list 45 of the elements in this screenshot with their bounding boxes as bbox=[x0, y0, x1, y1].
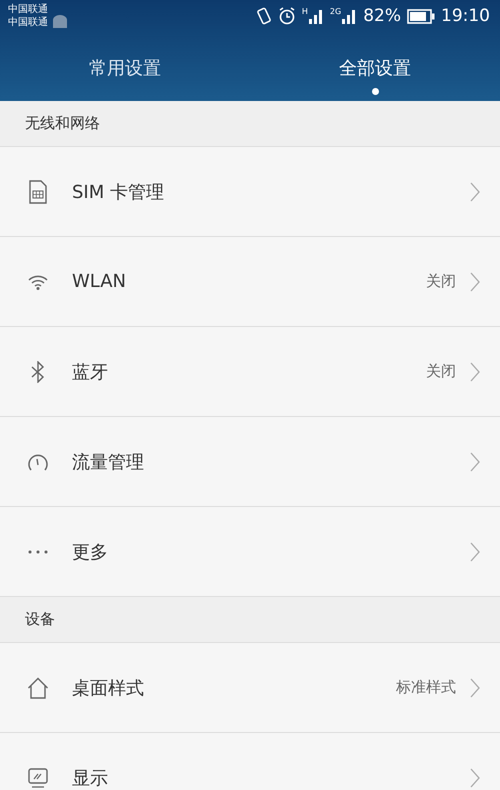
tab[interactable]: 全部设置 bbox=[250, 32, 500, 101]
section-header: 设备 bbox=[0, 597, 500, 643]
sim-card-icon bbox=[28, 180, 48, 204]
chevron-icon bbox=[470, 272, 480, 292]
row-label: 更多 bbox=[72, 540, 109, 564]
alarm-icon bbox=[278, 7, 296, 25]
row-label: 蓝牙 bbox=[72, 360, 109, 384]
row-label: SIM 卡管理 bbox=[72, 180, 165, 204]
settings-row[interactable]: WLAN 关闭 bbox=[0, 237, 500, 327]
clock-time: 19:10 bbox=[441, 6, 490, 26]
row-value: 关闭 bbox=[426, 362, 456, 381]
row-value: 标准样式 bbox=[396, 678, 456, 697]
battery-icon bbox=[407, 8, 435, 24]
monitor-icon bbox=[27, 766, 49, 788]
chevron-icon bbox=[470, 452, 480, 472]
tab[interactable]: 常用设置 bbox=[0, 32, 250, 101]
row-label: 桌面样式 bbox=[72, 676, 145, 700]
settings-row[interactable]: 蓝牙 关闭 bbox=[0, 327, 500, 417]
chevron-icon bbox=[470, 362, 480, 382]
carrier-name: 中国联通 bbox=[8, 3, 48, 16]
settings-row[interactable]: 桌面样式 标准样式 bbox=[0, 643, 500, 733]
more-icon bbox=[28, 550, 48, 554]
settings-row[interactable]: 流量管理 bbox=[0, 417, 500, 507]
selected-dot-icon bbox=[372, 88, 378, 95]
bluetooth-icon bbox=[30, 360, 46, 382]
chevron-icon bbox=[470, 678, 480, 698]
row-value: 关闭 bbox=[426, 272, 456, 291]
settings-row[interactable]: 显示 bbox=[0, 733, 500, 790]
battery-percent: 82% bbox=[363, 6, 401, 26]
chevron-icon bbox=[470, 768, 480, 788]
row-label: 流量管理 bbox=[72, 450, 145, 474]
signal-icon bbox=[341, 8, 358, 24]
wifi-icon bbox=[27, 274, 49, 290]
home-icon bbox=[27, 676, 49, 698]
carrier-name: 中国联通 bbox=[8, 16, 48, 29]
chevron-icon bbox=[470, 542, 480, 562]
row-label: WLAN bbox=[72, 271, 128, 292]
network-type: 2G bbox=[330, 8, 342, 16]
settings-row[interactable]: SIM 卡管理 bbox=[0, 147, 500, 237]
row-label: 显示 bbox=[72, 766, 109, 790]
signal-icon bbox=[308, 8, 324, 24]
chevron-icon bbox=[470, 182, 480, 202]
vibrate-icon bbox=[256, 7, 272, 25]
section-header: 无线和网络 bbox=[0, 101, 500, 147]
network-type: H bbox=[302, 8, 308, 16]
